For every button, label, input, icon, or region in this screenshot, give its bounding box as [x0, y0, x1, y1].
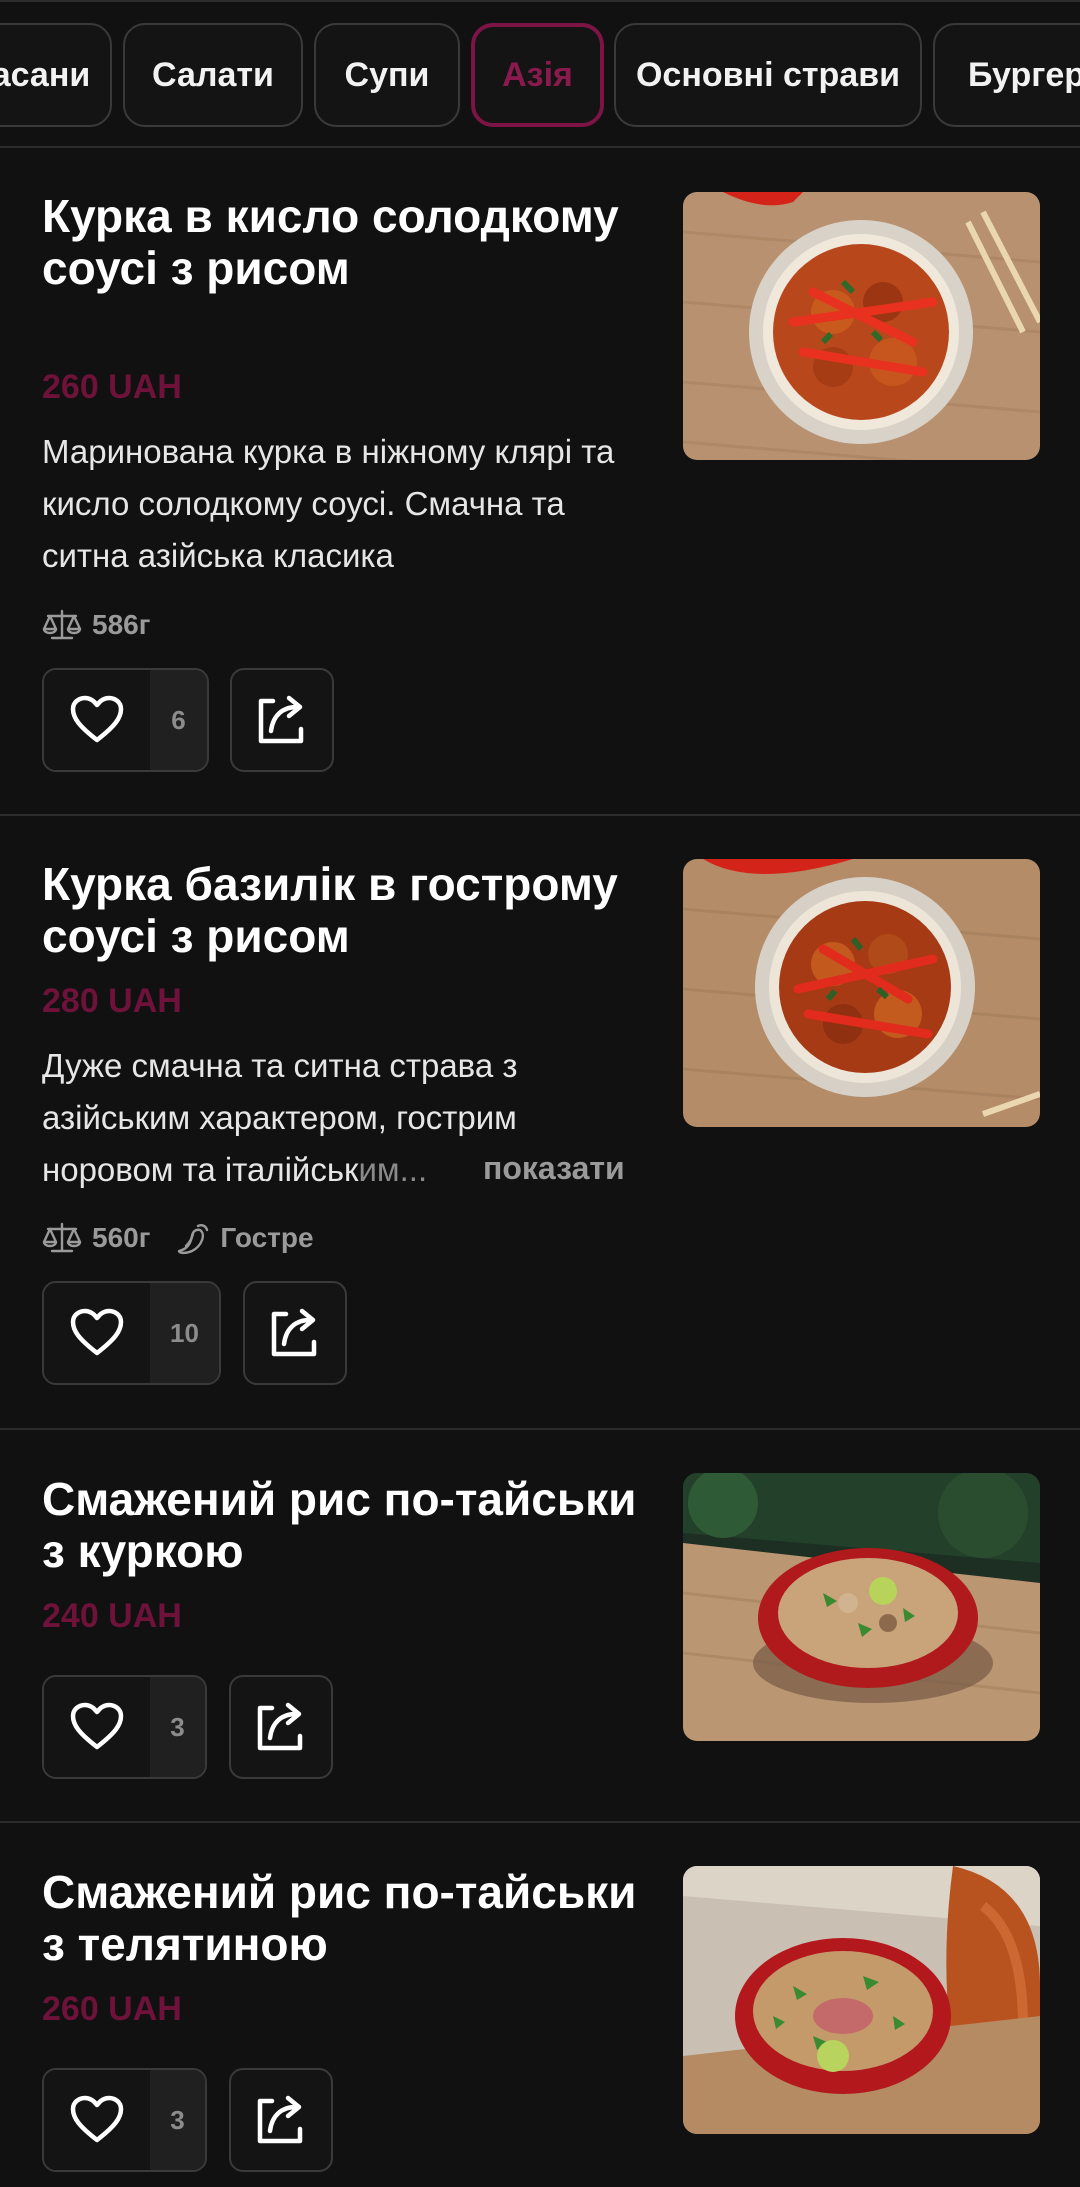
- product-price: 280 UAH: [42, 982, 182, 1020]
- weight-value: 560г: [92, 1222, 151, 1253]
- product-meta: 560г Гостре: [42, 1218, 340, 1258]
- card-divider: [0, 1821, 1080, 1823]
- product-photo[interactable]: [683, 1473, 1040, 1741]
- product-description: Маринована курка в ніжному клярі та кисл…: [42, 433, 615, 574]
- show-more-link[interactable]: показати: [483, 1150, 625, 1187]
- scales-icon: [42, 609, 82, 640]
- share-button[interactable]: [230, 668, 334, 772]
- tab-main-dishes[interactable]: Основні страви: [614, 23, 922, 127]
- like-button[interactable]: 3: [42, 2068, 207, 2172]
- weight-value: 586г: [92, 609, 151, 640]
- tab-salads[interactable]: Салати: [123, 23, 303, 127]
- like-count: 3: [150, 2070, 205, 2170]
- product-price: 240 UAH: [42, 1597, 182, 1635]
- heart-icon[interactable]: [44, 670, 150, 770]
- product-photo[interactable]: [683, 859, 1040, 1127]
- product-meta: 586г: [42, 605, 176, 645]
- like-button[interactable]: 3: [42, 1675, 207, 1779]
- product-title: Смажений рис по-тайськи з куркою: [42, 1473, 637, 1577]
- scales-icon: [42, 1222, 82, 1253]
- share-button[interactable]: [229, 2068, 333, 2172]
- heart-icon[interactable]: [44, 1283, 150, 1383]
- like-count: 6: [150, 670, 207, 770]
- like-button[interactable]: 6: [42, 668, 209, 772]
- tab-asia[interactable]: Азія: [471, 23, 604, 127]
- tab-previous-category[interactable]: асани: [0, 23, 112, 127]
- share-icon: [271, 1308, 317, 1357]
- weight-info: 586г: [42, 608, 150, 642]
- card-divider: [0, 814, 1080, 816]
- description-text: Дуже смачна та ситна страва з азійським …: [42, 1047, 518, 1188]
- category-tabs: асани Салати Супи Азія Основні страви Бу…: [0, 0, 1080, 148]
- heart-icon[interactable]: [44, 2070, 150, 2170]
- like-count: 10: [150, 1283, 219, 1383]
- description-truncated: им...: [358, 1151, 428, 1188]
- spicy-tag: Гостре: [176, 1220, 314, 1256]
- spicy-label: Гостре: [220, 1222, 314, 1253]
- heart-icon[interactable]: [44, 1677, 150, 1777]
- card-divider: [0, 1428, 1080, 1430]
- product-photo[interactable]: [683, 1866, 1040, 2134]
- product-price: 260 UAH: [42, 368, 182, 406]
- tab-soups[interactable]: Супи: [314, 23, 460, 127]
- share-icon: [258, 695, 304, 744]
- share-button[interactable]: [243, 1281, 347, 1385]
- tab-burgers[interactable]: Бургери: [933, 23, 1080, 127]
- product-title: Смажений рис по-тайськи з телятиною: [42, 1866, 637, 1970]
- product-photo[interactable]: [683, 192, 1040, 460]
- share-button[interactable]: [229, 1675, 333, 1779]
- share-icon: [257, 1702, 303, 1751]
- product-title: Курка базилік в гострому соусі з рисом: [42, 858, 618, 962]
- share-icon: [257, 2095, 303, 2144]
- product-title: Курка в кисло солодкому соусі з рисом: [42, 190, 619, 294]
- chili-pepper-icon: [178, 1224, 209, 1255]
- weight-info: 560г: [42, 1221, 150, 1255]
- like-count: 3: [150, 1677, 205, 1777]
- like-button[interactable]: 10: [42, 1281, 221, 1385]
- product-price: 260 UAH: [42, 1990, 182, 2028]
